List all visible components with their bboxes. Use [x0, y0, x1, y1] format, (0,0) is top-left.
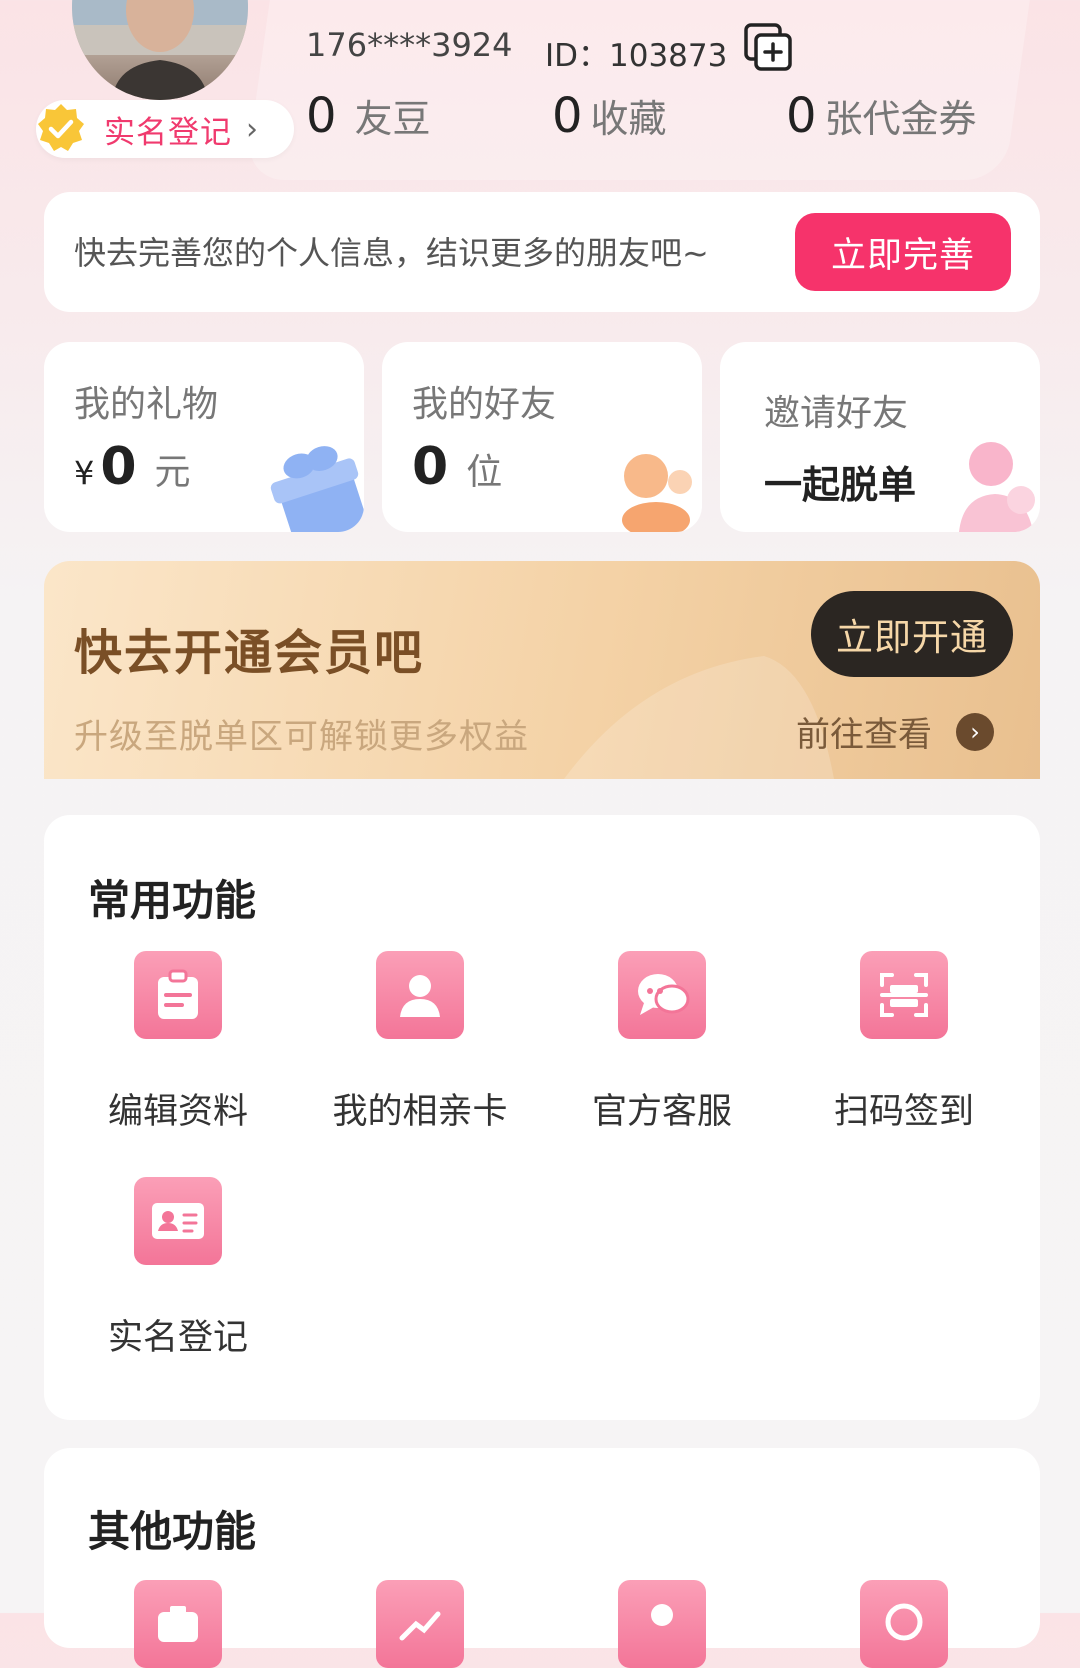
chevron-right-circle-icon: ›	[956, 712, 994, 751]
id-card-icon	[134, 1177, 222, 1265]
friends-value: 0 位	[412, 437, 502, 497]
chat-bubbles-icon	[618, 951, 706, 1039]
gift-icon	[270, 446, 364, 532]
avatar-photo	[72, 0, 248, 100]
profile-prompt-card: 快去完善您的个人信息，结识更多的朋友吧~ 立即完善	[44, 192, 1040, 312]
profile-prompt-text: 快去完善您的个人信息，结识更多的朋友吧~	[74, 234, 709, 272]
complete-profile-button[interactable]: 立即完善	[795, 213, 1011, 291]
verify-label: 实名登记	[104, 114, 232, 151]
user-id: ID：103873	[545, 38, 728, 74]
section-title: 其他功能	[88, 1507, 257, 1556]
other-functions-section: 其他功能	[44, 1448, 1040, 1668]
vip-subtitle: 升级至脱单区可解锁更多权益	[74, 717, 529, 757]
stat-value: 0	[786, 88, 817, 144]
stat-label: 友豆	[354, 97, 431, 141]
invite-subtitle: 一起脱单	[764, 463, 917, 507]
stat-beans[interactable]: 0 友豆	[306, 88, 431, 144]
func-other-2[interactable]	[320, 1580, 520, 1668]
func-dating-card[interactable]: 我的相亲卡	[320, 951, 520, 1134]
friends-icon	[622, 454, 692, 532]
stat-value: 0	[306, 88, 337, 144]
func-label: 扫码签到	[833, 1092, 974, 1132]
stat-value: 0	[552, 88, 583, 144]
func-label: 我的相亲卡	[332, 1092, 508, 1132]
gifts-card[interactable]: 我的礼物 ¥ 0 元	[44, 342, 364, 532]
vip-view-link[interactable]: 前往查看 ›	[796, 707, 994, 756]
section-title: 常用功能	[88, 876, 257, 925]
invite-card[interactable]: 邀请好友 一起脱单	[720, 342, 1040, 532]
func-real-name[interactable]: 实名登记	[78, 1177, 278, 1360]
invite-title: 邀请好友	[764, 393, 909, 434]
stat-label: 张代金券	[824, 97, 977, 141]
func-other-1[interactable]	[78, 1580, 278, 1668]
stat-favorites[interactable]: 0 收藏	[552, 88, 667, 144]
func-label: 实名登记	[107, 1318, 248, 1358]
vip-title: 快去开通会员吧	[74, 625, 425, 681]
clipboard-icon	[134, 951, 222, 1039]
vip-banner[interactable]: 快去开通会员吧 升级至脱单区可解锁更多权益 立即开通 前往查看 ›	[44, 561, 1040, 779]
copy-icon[interactable]	[743, 22, 795, 74]
currency-symbol: ¥	[74, 454, 95, 492]
scan-icon	[860, 951, 948, 1039]
stat-label: 收藏	[590, 97, 667, 141]
gifts-amount: 0	[100, 437, 137, 497]
gifts-value: ¥ 0 元	[74, 437, 191, 497]
verified-badge-icon	[32, 100, 90, 158]
func-other-3[interactable]	[562, 1580, 762, 1668]
help-icon	[860, 1580, 948, 1668]
vip-link-label: 前往查看	[796, 715, 932, 755]
chevron-right-icon: ›	[246, 111, 258, 147]
func-customer-service[interactable]: 官方客服	[562, 951, 762, 1134]
func-scan-checkin[interactable]: 扫码签到	[804, 951, 1004, 1134]
friends-count: 0	[412, 437, 449, 497]
trend-icon	[376, 1580, 464, 1668]
friends-title: 我的好友	[412, 384, 557, 425]
func-other-4[interactable]	[804, 1580, 1004, 1668]
func-label: 编辑资料	[107, 1092, 248, 1132]
person-icon	[376, 951, 464, 1039]
friends-unit: 位	[466, 452, 503, 493]
phone-number: 176****3924	[306, 26, 513, 64]
avatar[interactable]	[72, 0, 248, 100]
verify-pill[interactable]: 实名登记 ›	[36, 100, 294, 158]
func-label: 官方客服	[591, 1092, 732, 1132]
gifts-unit: 元	[154, 452, 191, 493]
invite-person-icon	[959, 442, 1035, 532]
person-icon	[618, 1580, 706, 1668]
open-vip-button[interactable]: 立即开通	[811, 591, 1013, 677]
stat-coupons[interactable]: 0 张代金券	[786, 88, 977, 144]
func-edit-profile[interactable]: 编辑资料	[78, 951, 278, 1134]
common-functions-section: 常用功能 编辑资料 我的相亲卡 官方客服 扫码签到 实名登记	[44, 815, 1040, 1420]
camera-icon	[134, 1580, 222, 1668]
friends-card[interactable]: 我的好友 0 位	[382, 342, 702, 532]
gifts-title: 我的礼物	[74, 384, 219, 425]
